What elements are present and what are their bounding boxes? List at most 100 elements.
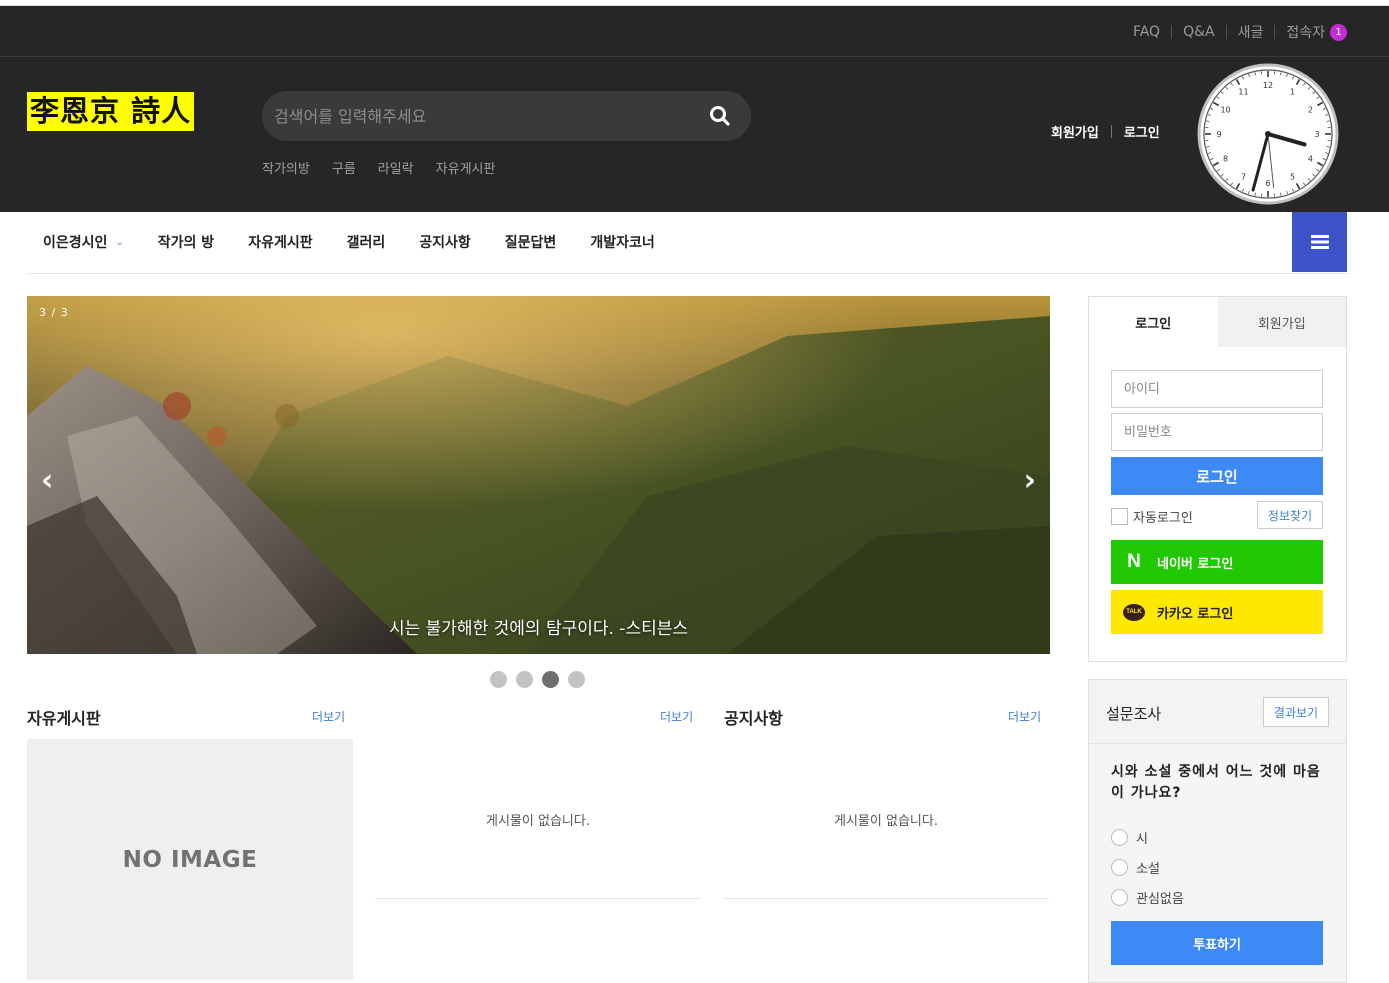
id-field[interactable] [1111,370,1323,408]
nav-item-label: 이은경시인 [43,235,108,251]
clock-number: 2 [1308,106,1313,115]
password-field[interactable] [1111,413,1323,451]
auto-login-checkbox[interactable]: 자동로그인 [1111,507,1193,526]
radio-button[interactable] [1111,889,1128,906]
nav-menu: 이은경시인 ⌄ 작가의 방 자유게시판 갤러리 공지사항 질문답변 개발자코너 [43,212,689,272]
site-logo[interactable]: 李恩京 詩人 [27,92,195,131]
nav-item-label: 자유게시판 [248,235,313,251]
pagination-dot[interactable] [516,671,533,688]
poll-option[interactable]: 소설 [1111,858,1160,877]
vote-button[interactable]: 투표하기 [1111,921,1323,965]
divider [1110,125,1112,138]
slide-caption: 시는 불가해한 것에의 탐구이다. -스티븐스 [388,619,689,639]
clock-center [1265,131,1271,137]
chevron-down-icon: ⌄ [115,236,124,248]
search-input[interactable] [274,91,694,141]
nav-item-gallery[interactable]: 갤러리 [347,232,386,252]
more-link[interactable]: 더보기 [1008,708,1041,725]
clock-number: 4 [1308,155,1313,164]
poll-widget: 설문조사 결과보기 시와 소설 중에서 어느 것에 마음이 가나요? 시 소설 … [1088,679,1347,983]
clock-number: 9 [1216,130,1221,139]
more-link[interactable]: 더보기 [312,708,345,725]
popular-keywords: 작가의방 구름 라일락 자유게시판 [262,158,495,177]
login-widget: 로그인 회원가입 로그인 자동로그인 정보찾기 N 네이버 로그인 TALK 카… [1088,296,1347,662]
login-button[interactable]: 로그인 [1111,457,1323,495]
search-bar [262,91,751,141]
nav-item-free-board[interactable]: 자유게시판 [248,232,312,252]
radio-button[interactable] [1111,829,1128,846]
empty-message: 게시물이 없습니다. [834,814,938,829]
nav-item-label: 갤러리 [346,235,386,251]
faq-link[interactable]: FAQ [1133,24,1160,40]
qna-link[interactable]: Q&A [1183,24,1215,40]
visitor-count-badge: 1 [1330,23,1347,41]
kakao-login-button[interactable]: TALK 카카오 로그인 [1111,590,1323,634]
clock-number: 11 [1238,88,1248,97]
divider [375,898,701,899]
auto-login-label: 자동로그인 [1133,511,1193,526]
nav-item-poet[interactable]: 이은경시인 ⌄ [43,232,124,252]
member-links: 회원가입 로그인 [1051,122,1160,141]
board-title-free: 자유게시판 [27,709,101,728]
clock-number: 6 [1265,179,1270,188]
divider [1274,25,1276,39]
site-header: FAQ Q&A 새글 접속자 1 李恩京 詩人 작가의방 구름 라일락 자유게시… [0,6,1389,212]
pagination-dot[interactable] [542,671,559,688]
keyword-link[interactable]: 라일락 [378,158,414,177]
tab-join[interactable]: 회원가입 [1217,297,1346,347]
pagination-dot[interactable] [490,671,507,688]
nav-item-developer[interactable]: 개발자코너 [590,232,654,252]
tab-login[interactable]: 로그인 [1089,297,1218,347]
clock-number: 10 [1220,106,1230,115]
nav-item-notice[interactable]: 공지사항 [419,232,471,252]
main-navigation: 이은경시인 ⌄ 작가의 방 자유게시판 갤러리 공지사항 질문답변 개발자코너 [27,212,1347,274]
radio-button[interactable] [1111,859,1128,876]
board-title-notice: 공지사항 [724,709,783,728]
login-tabs: 로그인 회원가입 [1089,297,1346,347]
poll-option[interactable]: 시 [1111,828,1148,847]
clock-number: 8 [1223,155,1228,164]
divider [723,898,1049,899]
poll-option-label: 관심없음 [1136,892,1184,907]
slider-pagination [490,671,585,688]
slide-image [27,296,1050,654]
poll-option[interactable]: 관심없음 [1111,888,1184,907]
poll-option-label: 소설 [1136,862,1160,877]
empty-message: 게시물이 없습니다. [486,814,590,829]
visitors-link[interactable]: 접속자 [1286,22,1325,42]
slide-counter: 3 / 3 [39,306,69,319]
nav-item-label: 작가의 방 [157,235,215,251]
checkbox[interactable] [1111,508,1128,525]
utility-links: FAQ Q&A 새글 접속자 1 [1133,22,1347,42]
nav-item-writers-room[interactable]: 작가의 방 [158,232,214,252]
poll-question: 시와 소설 중에서 어느 것에 마음이 가나요? [1111,764,1321,801]
nav-item-label: 공지사항 [419,235,471,251]
keyword-link[interactable]: 구름 [332,158,356,177]
find-info-button[interactable]: 정보찾기 [1257,501,1323,529]
join-link[interactable]: 회원가입 [1051,122,1099,141]
no-image-thumbnail[interactable]: NO IMAGE [27,739,353,980]
new-posts-link[interactable]: 새글 [1238,22,1264,42]
search-icon [710,106,730,126]
more-link[interactable]: 더보기 [660,708,693,725]
login-link[interactable]: 로그인 [1124,122,1160,141]
utility-bar: FAQ Q&A 새글 접속자 1 [0,6,1389,57]
keyword-link[interactable]: 자유게시판 [436,158,496,177]
slide-prev-button[interactable]: ‹ [41,466,53,496]
pagination-dot[interactable] [568,671,585,688]
hamburger-icon [1310,235,1329,249]
main-slider: 3 / 3 ‹ › 시는 불가해한 것에의 탐구이다. -스티븐스 [27,296,1050,654]
divider [1171,25,1173,39]
keyword-link[interactable]: 작가의방 [262,158,310,177]
nav-item-qna[interactable]: 질문답변 [505,232,557,252]
poll-title: 설문조사 [1106,705,1162,723]
clock-number: 12 [1263,81,1273,90]
poll-option-label: 시 [1136,832,1148,847]
kakao-login-label: 카카오 로그인 [1157,606,1234,622]
poll-result-button[interactable]: 결과보기 [1263,697,1329,727]
slide-next-button[interactable]: › [1024,466,1036,496]
all-menu-button[interactable] [1292,212,1347,272]
search-button[interactable] [709,105,731,127]
nav-item-label: 질문답변 [504,235,557,251]
naver-login-button[interactable]: N 네이버 로그인 [1111,540,1323,584]
